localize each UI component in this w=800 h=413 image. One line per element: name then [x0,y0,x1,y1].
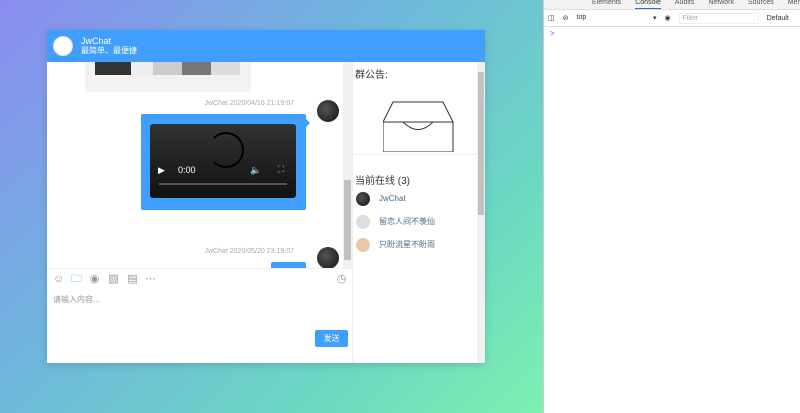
image-icon[interactable]: ▨ [108,274,119,285]
side-panel: 群公告: 当前在线 (3) JwChat 留恋人间不羡仙 只盼流星不盼雨 [352,62,485,363]
message-list: JwChat 2020/04/16 21:19:07 ▶ 0:00 🔈 ⛶ Jw… [47,62,352,268]
filter-input[interactable]: Filter [678,12,759,24]
play-icon[interactable]: ▶ [158,165,165,176]
folder-icon[interactable]: 🗀 [71,274,82,285]
levels-select[interactable]: Default [767,15,789,22]
webcam-icon[interactable]: ◉ [89,274,100,285]
console-toolbar: ◫ ⊘ top ▾ ◉ Filter Default [544,10,800,27]
fullscreen-icon[interactable]: ⛶ [278,164,284,175]
avatar [317,247,339,268]
chat-scrollbar[interactable] [343,62,352,268]
sidebar-toggle-icon[interactable]: ◫ [548,14,555,22]
notice-title: 群公告: [355,70,388,81]
volume-icon[interactable]: 🔈 [250,165,261,176]
tab-console[interactable]: Console [635,0,661,9]
devtools-tabs: Elements Console Audits Network Sources … [544,0,800,10]
tab-memory[interactable]: Mem [788,0,800,9]
tab-audits[interactable]: Audits [675,0,694,9]
chat-title: JwChat [81,36,112,46]
online-title: 当前在线 (3) [355,176,410,187]
loading-spinner [208,132,244,168]
message-input[interactable]: 请输入内容... [53,294,100,305]
video-time: 0:00 [178,165,196,175]
online-user[interactable]: 留恋人间不羡仙 [353,210,485,233]
console-prompt[interactable]: > [544,27,800,40]
message-meta: JwChat 2020/04/16 21:19:07 [204,100,294,107]
chat-subtitle: 最简单、最便捷 [81,46,137,55]
devtools-panel: Elements Console Audits Network Sources … [543,0,800,413]
tab-network[interactable]: Network [708,0,734,9]
user-name: 只盼流星不盼雨 [379,240,435,249]
chat-window: JwChat 最简单、最便捷 JwChat 2020/04/16 21:19:0… [47,30,485,363]
input-area: ☺ 🗀 ◉ ▨ ▤ ⋯ ◷ 请输入内容... 发送 [47,268,352,363]
header-avatar [53,36,73,56]
archive-icon[interactable]: ▤ [127,274,138,285]
emoji-icon[interactable]: ☺ [53,274,64,285]
user-name: JwChat [379,194,406,203]
chat-header: JwChat 最简单、最便捷 [47,30,485,62]
tab-sources[interactable]: Sources [748,0,774,9]
more-icon[interactable]: ⋯ [145,274,156,285]
online-user[interactable]: JwChat [353,187,485,210]
context-select[interactable]: top ▾ [577,14,657,22]
video-player[interactable]: ▶ 0:00 🔈 ⛶ [150,124,296,198]
clear-console-icon[interactable]: ⊘ [563,14,569,22]
online-user[interactable]: 只盼流星不盼雨 [353,233,485,256]
history-clock-icon[interactable]: ◷ [336,274,347,285]
empty-box-illustration [383,101,454,152]
video-progress[interactable] [159,183,287,185]
tab-elements[interactable]: Elements [592,0,621,9]
avatar [317,100,339,122]
eye-icon[interactable]: ◉ [665,14,671,22]
message-meta: JwChat 2020/05/20 23:19:07 [204,248,294,255]
user-name: 留恋人间不羡仙 [379,217,435,226]
image-message[interactable] [85,62,251,92]
video-message: ▶ 0:00 🔈 ⛶ [141,114,310,210]
side-scrollbar[interactable] [477,62,485,363]
send-button[interactable]: 发送 [315,330,348,347]
